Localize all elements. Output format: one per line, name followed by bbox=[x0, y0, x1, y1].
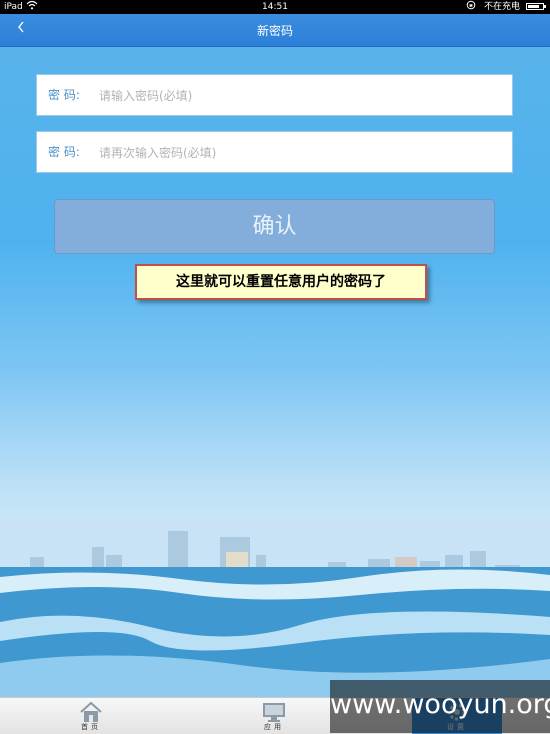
watermark: www.wooyun.org bbox=[330, 680, 550, 733]
page-title: 新密码 bbox=[256, 24, 293, 38]
confirm-password-input[interactable] bbox=[97, 141, 501, 165]
tab-home-label: 首页 bbox=[81, 723, 101, 731]
password-field: 密 码: bbox=[36, 74, 513, 116]
navigation-bar: 新密码 bbox=[0, 14, 550, 47]
home-icon bbox=[80, 701, 102, 722]
tab-apps[interactable]: 应用 bbox=[229, 698, 319, 734]
confirm-password-field: 密 码: bbox=[36, 131, 513, 173]
tab-apps-label: 应用 bbox=[264, 723, 284, 731]
rotation-lock-icon bbox=[466, 0, 476, 15]
battery-icon bbox=[526, 3, 546, 10]
monitor-icon bbox=[263, 703, 285, 722]
password-label: 密 码: bbox=[48, 88, 80, 102]
charge-status: 不在充电 bbox=[483, 2, 520, 12]
status-bar: iPad 14:51 不在充电 bbox=[0, 0, 550, 14]
sea-waves-image bbox=[0, 567, 550, 697]
tab-home[interactable]: 首页 bbox=[46, 698, 136, 734]
password-input[interactable] bbox=[97, 84, 501, 108]
annotation-callout: 这里就可以重置任意用户的密码了 bbox=[135, 264, 427, 300]
confirm-password-label: 密 码: bbox=[48, 145, 80, 159]
confirm-button[interactable]: 确认 bbox=[54, 199, 495, 254]
